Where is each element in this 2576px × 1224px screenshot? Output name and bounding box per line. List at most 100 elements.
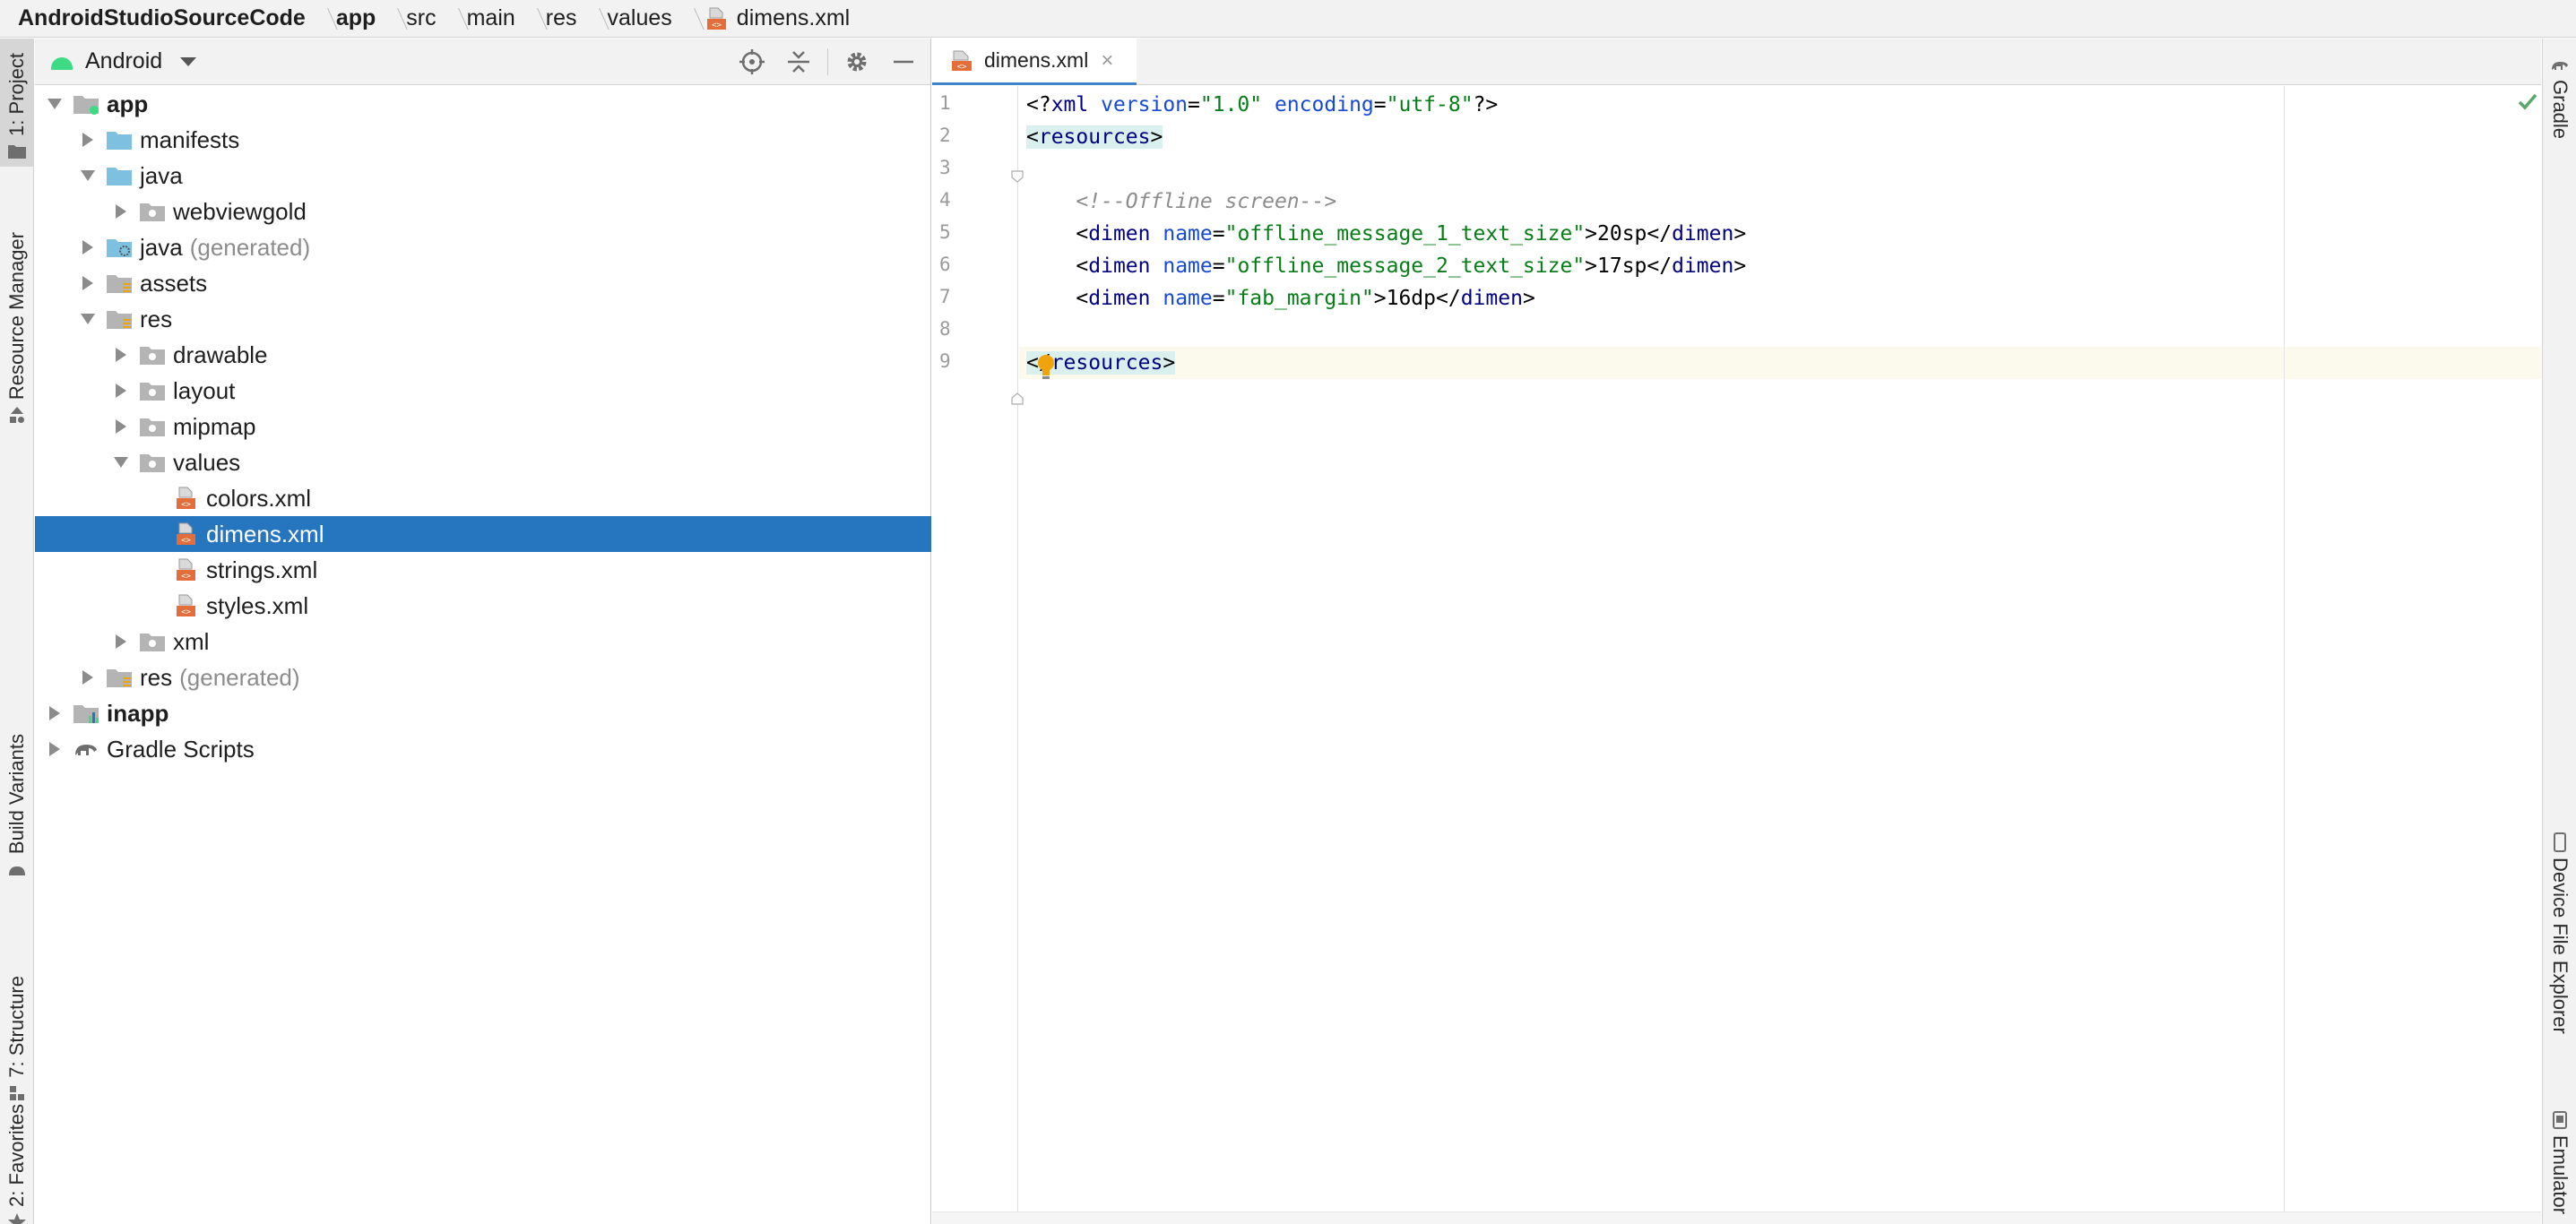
checkmark-icon [2518,93,2537,110]
expanded-arrow-icon[interactable] [79,167,97,185]
project-view-selector[interactable]: Android [51,48,197,74]
expanded-arrow-icon[interactable] [79,310,97,328]
collapsed-arrow-icon[interactable] [112,203,130,220]
close-icon[interactable]: × [1101,48,1113,73]
tree-item[interactable]: assets [35,265,931,301]
tree-item[interactable]: values [35,444,931,480]
tool-tab-device-file-explorer[interactable]: Device File Explorer [2543,827,2576,1034]
collapsed-arrow-icon[interactable] [46,704,64,722]
code-token: = [1188,93,1200,116]
gradle-elephant-icon [2550,55,2570,74]
device-icon [2550,832,2570,852]
tree-item[interactable]: <> styles.xml [35,588,931,624]
code-token: > [1522,287,1535,310]
breadcrumb-label: main [466,5,515,30]
code-line[interactable]: <!--Offline screen--> [1019,185,2541,218]
breadcrumb-item[interactable]: <> dimens.xml [703,5,850,31]
fold-marker-icon[interactable] [1010,169,1024,184]
tree-item[interactable]: mipmap [35,409,931,444]
breadcrumb-item[interactable]: src [406,5,436,31]
code-line[interactable]: <dimen name="offline_message_1_text_size… [1019,218,2541,250]
tree-item[interactable]: <> strings.xml [35,552,931,588]
tree-item[interactable]: app [35,86,931,122]
tree-item[interactable]: inapp [35,695,931,731]
code-line[interactable]: <?xml version="1.0" encoding="utf-8"?> [1019,89,2541,121]
code-area[interactable]: <?xml version="1.0" encoding="utf-8"?> <r… [1019,86,2541,1224]
svg-text:<>: <> [712,21,722,30]
code-token: "offline_message_1_text_size" [1224,222,1586,246]
xml-file-icon: <> [703,7,730,30]
expanded-arrow-icon[interactable] [112,453,130,471]
fold-marker-icon[interactable] [1010,392,1024,406]
collapsed-arrow-icon[interactable] [112,633,130,651]
collapsed-arrow-icon[interactable] [79,668,97,686]
line-number: 6 [939,254,951,275]
code-token: dimen [1088,254,1163,278]
android-icon [51,54,73,70]
tree-item[interactable]: layout [35,373,931,409]
project-header-toolbar [723,39,921,85]
tool-tab-build-variants[interactable]: Build Variants [0,720,34,884]
tree-item[interactable]: <> colors.xml [35,480,931,516]
tree-item[interactable]: manifests [35,122,931,158]
svg-text:<>: <> [181,537,191,546]
resource-manager-icon [7,405,27,425]
breadcrumb-label: src [406,5,437,30]
tree-item[interactable]: java [35,158,931,194]
collapsed-arrow-icon[interactable] [79,274,97,292]
tree-item[interactable]: Gradle Scripts [35,731,931,767]
tool-tab-favorites[interactable]: 2: Favorites [0,1090,34,1224]
toolbar-divider [827,48,828,75]
tree-item[interactable]: res [35,301,931,337]
code-line[interactable] [1019,153,2541,185]
code-line[interactable]: <resources> [1019,121,2541,153]
collapsed-arrow-icon[interactable] [79,131,97,149]
settings-button[interactable] [839,44,875,80]
code-token: encoding [1274,93,1374,116]
collapsed-arrow-icon[interactable] [46,740,64,758]
tool-tab-structure[interactable]: 7: Structure [0,961,34,1108]
lightbulb-icon[interactable] [1036,354,1056,381]
code-line[interactable]: <dimen name="offline_message_2_text_size… [1019,250,2541,282]
breadcrumb-item[interactable]: res [546,5,577,31]
tool-tab-label: 7: Structure [5,976,28,1078]
collapsed-arrow-icon[interactable] [79,238,97,256]
tool-tab-label: 1: Project [5,53,28,136]
tool-tab-label: Gradle [2549,80,2572,140]
breadcrumb-item[interactable]: main [467,5,515,31]
code-line[interactable]: <dimen name="fab_margin">16dp</dimen> [1019,282,2541,315]
tool-tab-resource-manager[interactable]: Resource Manager [0,218,34,430]
locate-button[interactable] [734,44,770,80]
tree-item[interactable]: xml [35,624,931,659]
tool-tab-emulator[interactable]: Emulator [2543,1105,2576,1214]
tree-item[interactable]: java (generated) [35,229,931,265]
tree-item-label: layout [173,376,236,404]
editor-tab-dimens[interactable]: <> dimens.xml × [932,39,1137,85]
tree-item[interactable]: <> dimens.xml [35,516,931,552]
breadcrumb-item[interactable]: AndroidStudioSourceCode [18,5,306,31]
breadcrumb-item[interactable]: app [336,5,376,31]
tool-tab-gradle[interactable]: Gradle [2543,49,2576,139]
gear-icon [847,52,867,72]
code-line[interactable] [1019,315,2541,347]
tree-item[interactable]: webviewgold [35,194,931,229]
horizontal-scrollbar[interactable] [932,1211,2541,1224]
expanded-arrow-icon[interactable] [46,95,64,113]
collapsed-arrow-icon[interactable] [112,418,130,435]
collapsed-arrow-icon[interactable] [112,382,130,400]
breadcrumb-item[interactable]: values [608,5,672,31]
line-number: 5 [939,221,951,243]
tree-item[interactable]: res (generated) [35,659,931,695]
hide-panel-button[interactable] [886,44,921,80]
android-icon [7,859,27,879]
code-line[interactable]: </resources> [1019,347,2541,379]
collapse-all-button[interactable] [781,44,817,80]
generated-folder-icon [106,236,133,259]
tree-item[interactable]: drawable [35,337,931,373]
breadcrumb-label: res [545,5,577,30]
tool-tab-project[interactable]: 1: Project [0,39,34,167]
collapsed-arrow-icon[interactable] [112,346,130,364]
svg-text:<>: <> [181,501,191,510]
